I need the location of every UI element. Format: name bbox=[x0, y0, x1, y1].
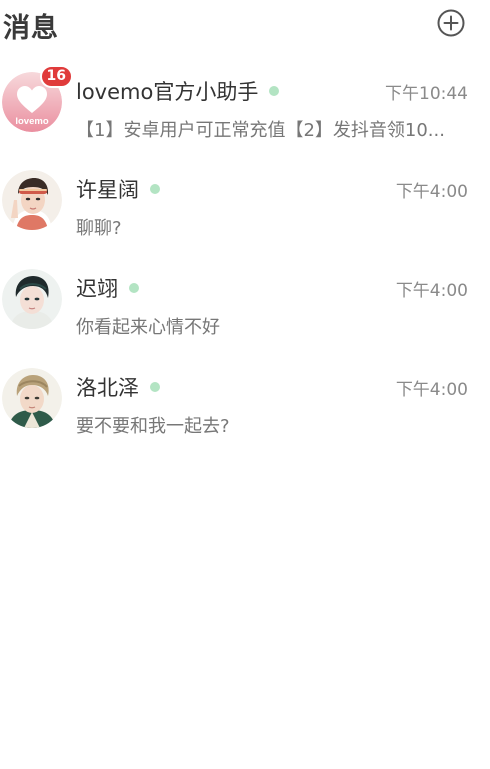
message-time: 下午10:44 bbox=[385, 84, 468, 104]
online-status-dot bbox=[269, 86, 280, 96]
message-time: 下午4:00 bbox=[395, 281, 468, 301]
avatar-wrap bbox=[2, 269, 62, 329]
add-conversation-button[interactable] bbox=[436, 8, 466, 38]
message-preview: 聊聊? bbox=[76, 218, 122, 239]
name-row: lovemo官方小助手 bbox=[76, 76, 280, 106]
avatar-wrap: lovemo 16 bbox=[2, 65, 73, 132]
plus-circle-icon bbox=[437, 9, 465, 37]
avatar-wrap bbox=[2, 368, 62, 428]
message-preview: 你看起来心情不好 bbox=[76, 317, 220, 338]
message-time: 下午4:00 bbox=[395, 380, 468, 400]
contact-name: 洛北泽 bbox=[76, 376, 139, 400]
page-title: 消息 bbox=[3, 13, 59, 44]
top-bar: 消息 bbox=[0, 0, 490, 50]
message-preview: 要不要和我一起去? bbox=[76, 416, 230, 437]
avatar bbox=[2, 170, 62, 230]
online-status-dot bbox=[150, 184, 160, 194]
contact-name: 许星阔 bbox=[76, 178, 139, 202]
online-status-dot bbox=[129, 283, 139, 293]
avatar bbox=[2, 269, 62, 329]
avatar bbox=[2, 368, 62, 428]
online-status-dot bbox=[150, 382, 160, 392]
unread-badge: 16 bbox=[39, 65, 73, 88]
contact-name: 迟翊 bbox=[76, 277, 118, 301]
message-preview: 【1】安卓用户可正常充值【2】发抖音领10... bbox=[76, 120, 445, 141]
conversation-item-luobeize[interactable]: 洛北泽 下午4:00 要不要和我一起去? bbox=[0, 356, 490, 452]
conversation-item-chiyi[interactable]: 迟翊 下午4:00 你看起来心情不好 bbox=[0, 257, 490, 353]
contact-name: lovemo官方小助手 bbox=[76, 80, 259, 104]
message-time: 下午4:00 bbox=[395, 182, 468, 202]
name-row: 许星阔 bbox=[76, 174, 160, 204]
name-row: 迟翊 bbox=[76, 273, 139, 303]
avatar-wrap bbox=[2, 170, 62, 230]
name-row: 洛北泽 bbox=[76, 372, 160, 402]
lovemo-avatar-text: lovemo bbox=[15, 116, 48, 127]
conversation-item-lovemo[interactable]: lovemo 16 lovemo官方小助手 下午10:44 【1】安卓用户可正常… bbox=[0, 60, 490, 156]
conversation-item-xuxingkuo[interactable]: 许星阔 下午4:00 聊聊? bbox=[0, 158, 490, 254]
